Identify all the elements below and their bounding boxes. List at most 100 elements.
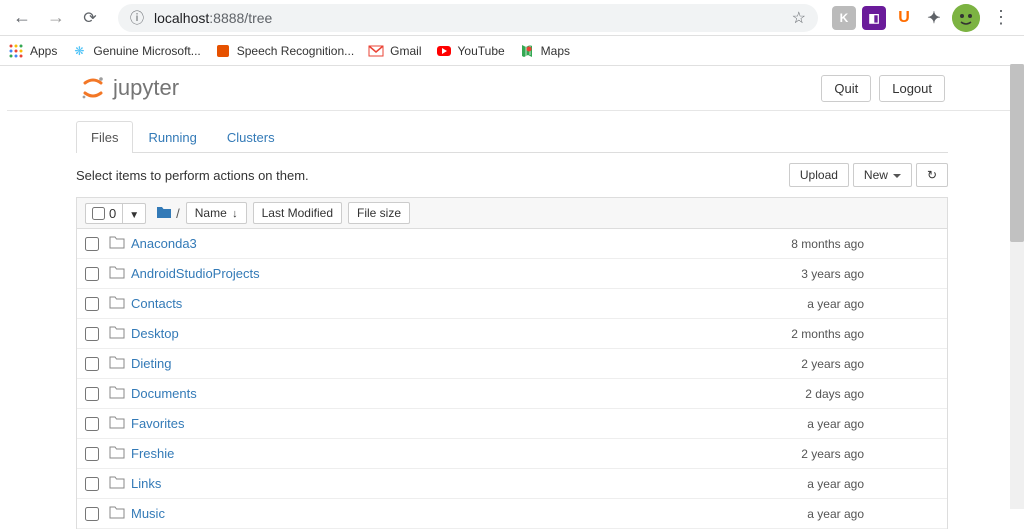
profile-avatar[interactable] xyxy=(952,4,980,32)
file-name-link[interactable]: Dieting xyxy=(131,356,171,371)
bookmark-label: Genuine Microsoft... xyxy=(93,44,200,58)
jupyter-logo-icon xyxy=(79,74,107,102)
file-name-link[interactable]: Desktop xyxy=(131,326,179,341)
maps-icon xyxy=(519,43,535,59)
url-text: localhost:8888/tree xyxy=(154,10,272,26)
forward-button[interactable]: → xyxy=(42,4,70,32)
tabs: Files Running Clusters xyxy=(76,121,948,153)
folder-icon xyxy=(109,505,125,522)
file-row: Desktop 2 months ago xyxy=(77,319,947,349)
extension-k[interactable]: K xyxy=(832,6,856,30)
scrollbar-thumb[interactable] xyxy=(1010,64,1024,242)
file-name-link[interactable]: Favorites xyxy=(131,416,184,431)
file-checkbox[interactable] xyxy=(85,477,99,491)
folder-icon xyxy=(109,355,125,372)
file-modified: 3 years ago xyxy=(801,267,939,281)
file-name-link[interactable]: Music xyxy=(131,506,165,521)
file-name-link[interactable]: Contacts xyxy=(131,296,182,311)
file-name-link[interactable]: Links xyxy=(131,476,161,491)
cog-icon: ❋ xyxy=(71,43,87,59)
breadcrumb-root[interactable]: / xyxy=(176,206,180,221)
file-modified: a year ago xyxy=(807,297,939,311)
extension-purple[interactable]: ◧ xyxy=(862,6,886,30)
file-name-link[interactable]: AndroidStudioProjects xyxy=(131,266,260,281)
file-name-link[interactable]: Anaconda3 xyxy=(131,236,197,251)
upload-button[interactable]: Upload xyxy=(789,163,849,187)
file-row: Favorites a year ago xyxy=(77,409,947,439)
new-dropdown[interactable]: New xyxy=(853,163,912,187)
bookmark-speech-recognition[interactable]: Speech Recognition... xyxy=(215,43,354,59)
refresh-icon: ↻ xyxy=(927,168,937,182)
file-modified: 2 months ago xyxy=(791,327,939,341)
jupyter-logo[interactable]: jupyter xyxy=(23,74,179,102)
file-row: Dieting2 years ago xyxy=(77,349,947,379)
bookmark-star-icon[interactable]: ☆ xyxy=(792,8,806,28)
file-checkbox[interactable] xyxy=(85,237,99,251)
select-all-group: 0 ▼ xyxy=(85,203,146,224)
tab-clusters[interactable]: Clusters xyxy=(212,121,290,153)
url-bar[interactable]: ⓘ localhost:8888/tree ☆ xyxy=(118,4,818,32)
mic-icon xyxy=(215,43,231,59)
extension-u[interactable]: U xyxy=(892,6,916,30)
select-all-box[interactable] xyxy=(92,207,105,220)
column-file-size[interactable]: File size xyxy=(348,202,410,224)
file-modified: a year ago xyxy=(807,477,939,491)
bookmark-gmail[interactable]: Gmail xyxy=(368,43,421,59)
file-row: Contacts a year ago xyxy=(77,289,947,319)
folder-icon xyxy=(109,265,125,282)
quit-button[interactable]: Quit xyxy=(821,75,871,102)
browser-toolbar: ← → ⟳ ⓘ localhost:8888/tree ☆ K ◧ U ✦ ⋮ xyxy=(0,0,1024,36)
bookmark-label: YouTube xyxy=(458,44,505,58)
tab-files[interactable]: Files xyxy=(76,121,133,153)
toolbar: Select items to perform actions on them.… xyxy=(76,153,948,197)
logout-button[interactable]: Logout xyxy=(879,75,945,102)
chevron-down-icon: ▼ xyxy=(129,210,139,221)
back-button[interactable]: ← xyxy=(8,4,36,32)
file-checkbox[interactable] xyxy=(85,447,99,461)
bookmark-genuine-microsoft[interactable]: ❋ Genuine Microsoft... xyxy=(71,43,200,59)
file-modified: 8 months ago xyxy=(791,237,939,251)
file-checkbox[interactable] xyxy=(85,267,99,281)
folder-icon xyxy=(109,235,125,252)
folder-icon xyxy=(109,325,125,342)
file-modified: a year ago xyxy=(807,417,939,431)
reload-button[interactable]: ⟳ xyxy=(76,4,104,32)
select-mode-dropdown[interactable]: ▼ xyxy=(123,204,145,223)
info-icon: ⓘ xyxy=(130,8,144,28)
bookmark-label: Speech Recognition... xyxy=(237,44,354,58)
folder-icon xyxy=(109,385,125,402)
bookmark-label: Maps xyxy=(541,44,570,58)
column-last-modified[interactable]: Last Modified xyxy=(253,202,342,224)
bookmark-youtube[interactable]: YouTube xyxy=(436,43,505,59)
file-name-link[interactable]: Documents xyxy=(131,386,197,401)
bookmark-label: Apps xyxy=(30,44,57,58)
scrollbar-vertical[interactable] xyxy=(1010,64,1024,509)
file-checkbox[interactable] xyxy=(85,327,99,341)
file-checkbox[interactable] xyxy=(85,297,99,311)
extensions-menu-icon[interactable]: ✦ xyxy=(922,6,946,30)
browser-menu-icon[interactable]: ⋮ xyxy=(986,7,1016,28)
file-checkbox[interactable] xyxy=(85,417,99,431)
file-checkbox[interactable] xyxy=(85,387,99,401)
toolbar-hint: Select items to perform actions on them. xyxy=(76,168,309,183)
list-header: 0 ▼ / Name ↓ Last Modified File size xyxy=(76,197,948,229)
select-count: 0 xyxy=(109,206,116,221)
file-row: Freshie2 years ago xyxy=(77,439,947,469)
breadcrumb-folder-icon[interactable] xyxy=(156,205,172,222)
folder-icon xyxy=(109,475,125,492)
tab-running[interactable]: Running xyxy=(133,121,211,153)
file-row: Anaconda3 8 months ago xyxy=(77,229,947,259)
file-name-link[interactable]: Freshie xyxy=(131,446,174,461)
select-all-checkbox[interactable]: 0 xyxy=(86,204,123,223)
bookmark-apps[interactable]: Apps xyxy=(8,43,57,59)
folder-icon xyxy=(109,415,125,432)
column-name-label: Name xyxy=(195,206,227,220)
refresh-button[interactable]: ↻ xyxy=(916,163,948,187)
column-name[interactable]: Name ↓ xyxy=(186,202,247,224)
file-row: Musica year ago xyxy=(77,499,947,529)
file-row: AndroidStudioProjects 3 years ago xyxy=(77,259,947,289)
bookmark-maps[interactable]: Maps xyxy=(519,43,570,59)
file-checkbox[interactable] xyxy=(85,357,99,371)
folder-icon xyxy=(109,295,125,312)
jupyter-logo-text: jupyter xyxy=(113,75,179,101)
